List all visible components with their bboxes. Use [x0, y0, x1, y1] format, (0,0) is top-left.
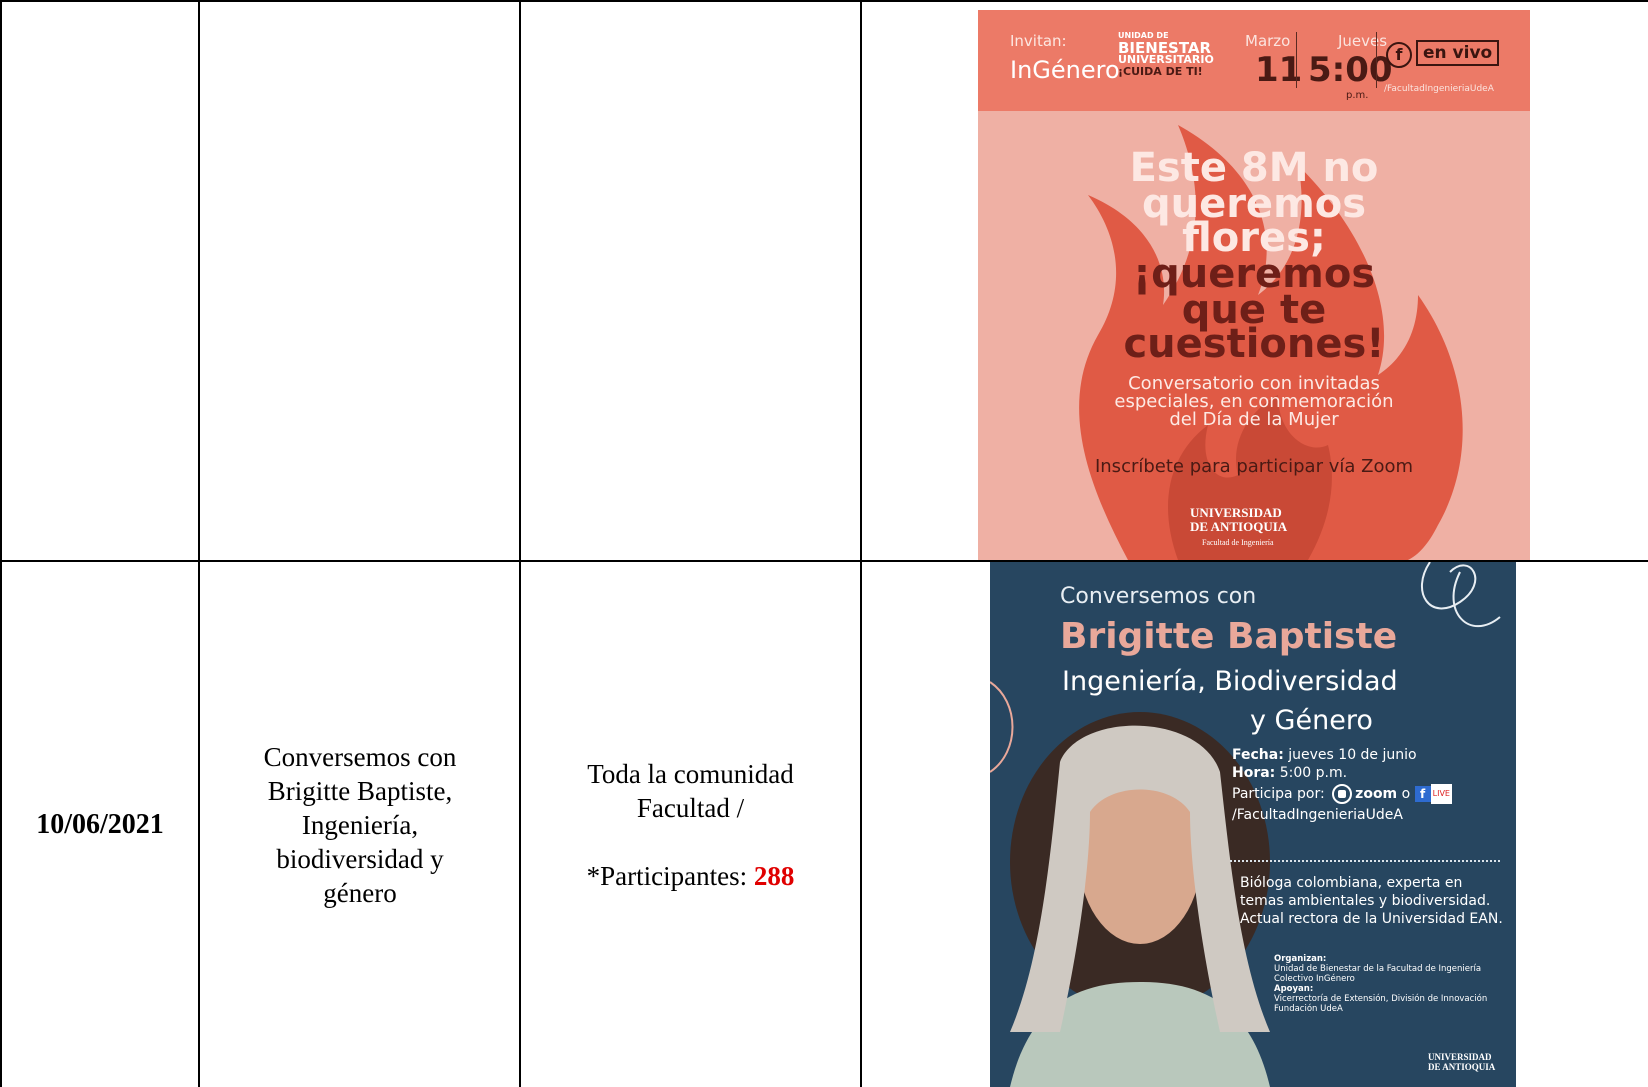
bienestar-logo: UNIDAD DE BIENESTAR UNIVERSITARIO ¡CUIDA…: [1118, 31, 1214, 78]
time-separator: [1376, 32, 1377, 88]
live-badge: LIVE: [1430, 784, 1452, 804]
guest-bio: Bióloga colombiana, experta en temas amb…: [1240, 875, 1503, 927]
ingenero-logo: InGénero: [1010, 56, 1120, 84]
event-month: Marzo: [1245, 32, 1291, 50]
participants-count: 288: [753, 860, 795, 891]
poster-8m: Invitan: InGénero UNIDAD DE BIENESTAR UN…: [978, 10, 1530, 560]
subject-line-1: Ingeniería, Biodiversidad: [1062, 666, 1398, 697]
participants: *Participantes: 288: [587, 859, 795, 893]
invite-label: Invitan:: [1010, 32, 1067, 50]
conversemos-label: Conversemos con: [1060, 584, 1257, 609]
faculty-label: Facultad de Ingeniería: [1202, 538, 1274, 547]
university-logo: UNIVERSIDAD DE ANTIOQUIA: [1428, 1052, 1496, 1072]
hora-line: Hora: 5:00 p.m.: [1232, 765, 1348, 781]
row2-audience-cell: Toda la comunidad Facultad / *Participan…: [521, 562, 860, 1087]
participa-line: Participa por: zoom o f LIVE: [1232, 784, 1452, 804]
register-text: Inscríbete para participar vía Zoom: [1094, 456, 1414, 477]
row1-audience-cell: [521, 2, 860, 560]
facebook-icon: f: [1386, 42, 1412, 68]
row1-activity-cell: [200, 2, 519, 560]
row1-date-cell: [2, 2, 198, 560]
participants-label: *Participantes:: [586, 860, 754, 891]
row2-date-cell: 10/06/2021: [36, 808, 164, 840]
dotted-divider: [1230, 860, 1500, 862]
audience-line-1: Toda la comunidad: [587, 758, 794, 789]
guest-name: Brigitte Baptiste: [1060, 616, 1398, 657]
subtitle-3: del Día de la Mujer: [1169, 409, 1339, 430]
poster-brigitte-baptiste: Conversemos con Brigitte Baptiste Ingeni…: [990, 562, 1516, 1087]
live-badge: en vivo: [1416, 40, 1500, 66]
headline-6: cuestiones!: [1123, 321, 1385, 367]
organizers: Organizan: Unidad de Bienestar de la Fac…: [1274, 954, 1488, 1014]
facebook-handle: /FacultadIngenieriaUdeA: [1232, 807, 1403, 823]
university-logo: UNIVERSIDAD DE ANTIOQUIA: [1190, 505, 1288, 534]
facebook-icon: f: [1414, 786, 1431, 802]
event-weekday: Jueves: [1338, 32, 1388, 50]
event-time-suffix: p.m.: [1346, 90, 1369, 101]
audience-line-2: Facultad /: [636, 792, 745, 823]
zoom-icon: [1332, 784, 1353, 804]
facebook-handle: /FacultadIngenieriaUdeA: [1384, 84, 1494, 94]
column-divider: [860, 0, 862, 1087]
subject-line-2: y Género: [1250, 705, 1373, 736]
event-time: 5:00: [1308, 50, 1393, 90]
fecha-line: Fecha: jueves 10 de junio: [1232, 747, 1417, 763]
row2-activity-cell: Conversemos con Brigitte Baptiste, Ingen…: [263, 741, 457, 908]
date-separator: [1296, 32, 1297, 88]
